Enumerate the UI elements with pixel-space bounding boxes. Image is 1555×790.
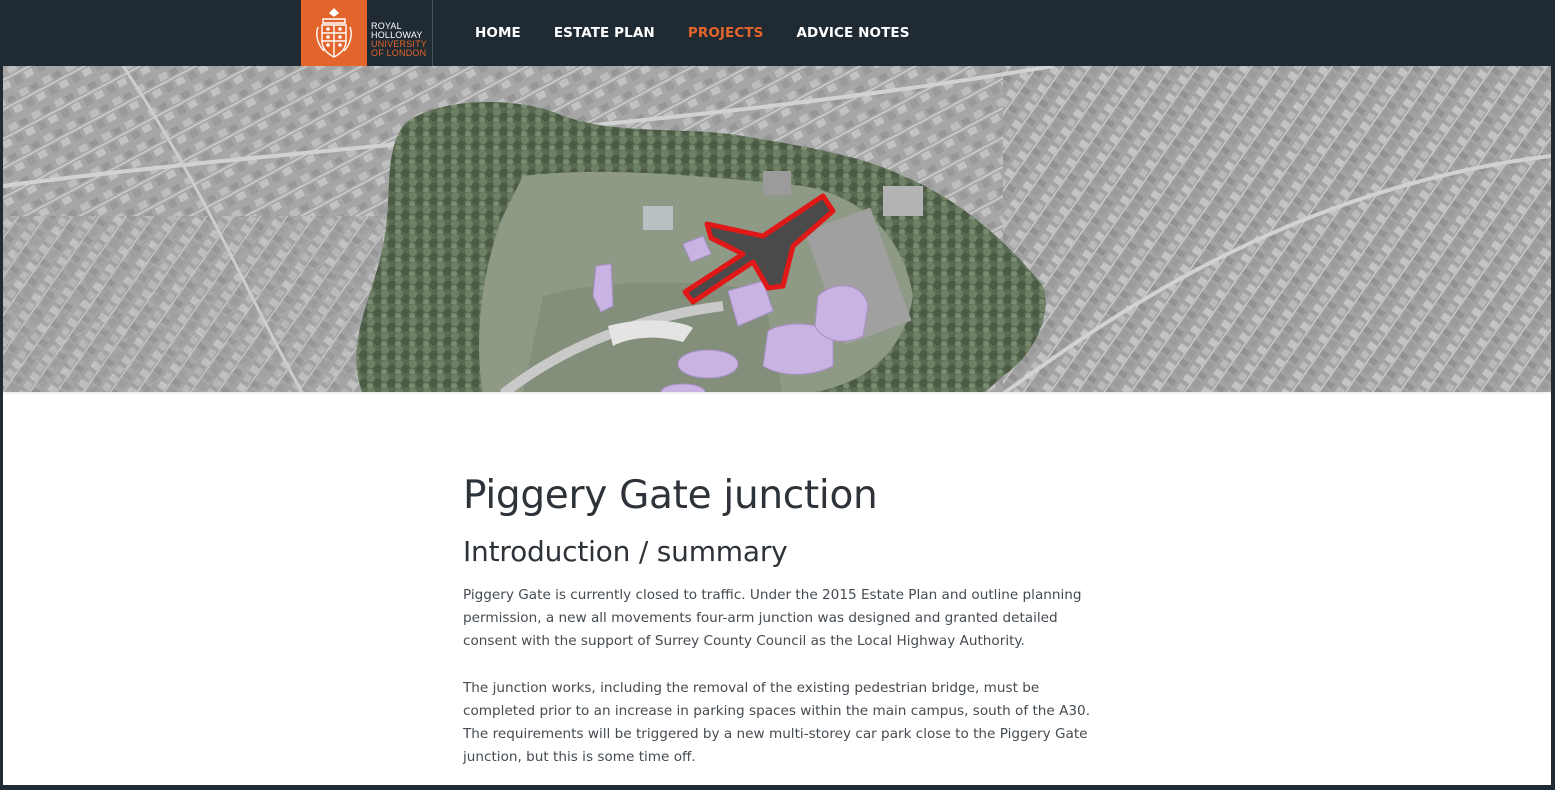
project-article: Piggery Gate junction Introduction / sum… [463,468,1103,769]
nav-advice-notes[interactable]: ADVICE NOTES [796,25,909,41]
university-logo-link[interactable]: ROYAL HOLLOWAY UNIVERSITY OF LONDON [301,0,434,66]
main-nav: HOME ESTATE PLAN PROJECTS ADVICE NOTES [475,0,910,66]
content-panel: Piggery Gate junction Introduction / sum… [3,66,1551,785]
nav-projects[interactable]: PROJECTS [688,25,764,41]
paragraph: Piggery Gate is currently closed to traf… [463,587,1082,649]
logo-wordmark: ROYAL HOLLOWAY UNIVERSITY OF LONDON [367,0,433,66]
top-navigation-bar: ROYAL HOLLOWAY UNIVERSITY OF LONDON HOME… [0,0,1555,66]
hero-aerial-site-plan [3,66,1551,394]
nav-estate-plan[interactable]: ESTATE PLAN [554,25,655,41]
page-title: Piggery Gate junction [463,473,878,518]
logo-line-of-london: OF LONDON [371,48,427,58]
nav-home[interactable]: HOME [475,25,521,41]
crest-icon [301,0,367,66]
section-heading: Introduction / summary [463,535,788,568]
browser-frame: ROYAL HOLLOWAY UNIVERSITY OF LONDON HOME… [0,0,1555,790]
paragraph: The junction works, including the remova… [463,680,1091,765]
